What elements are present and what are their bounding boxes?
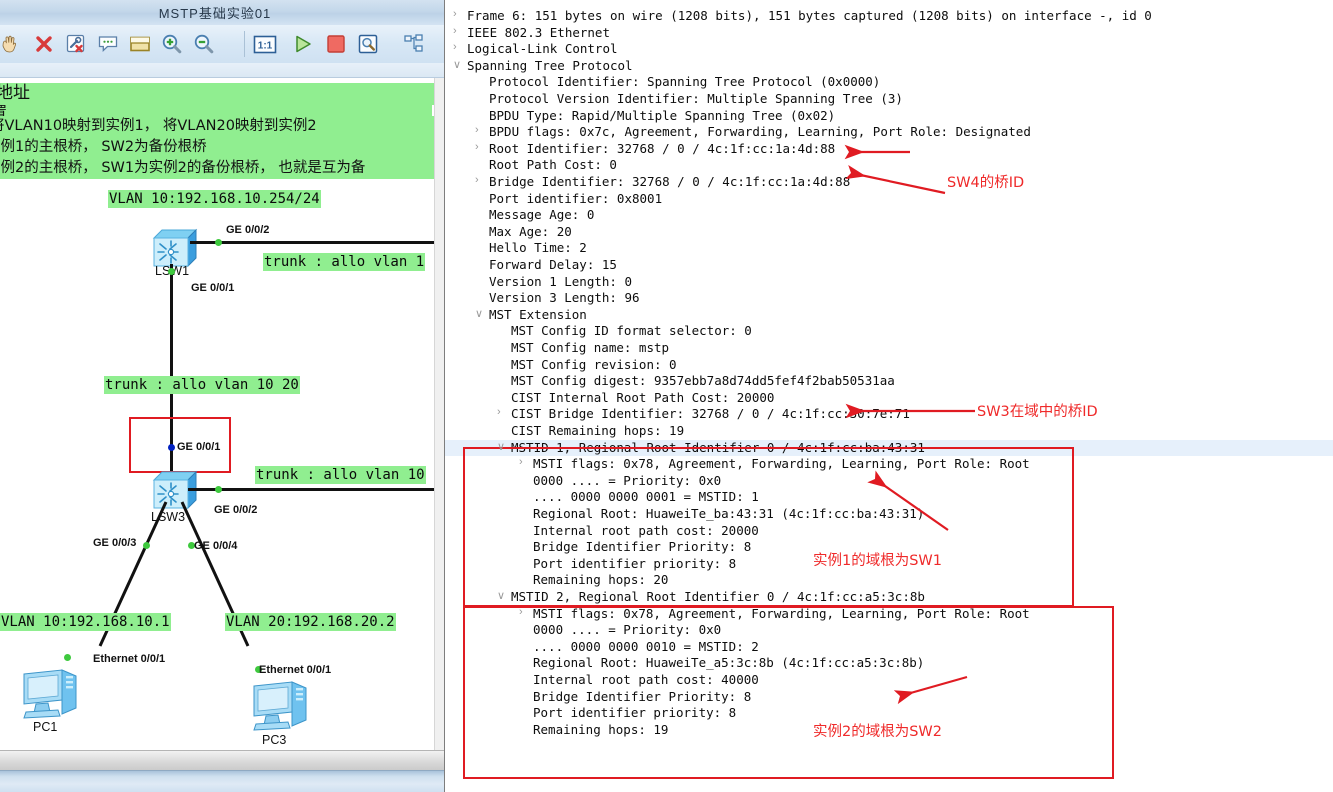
- zoom-reset-icon[interactable]: 1:1: [251, 30, 279, 58]
- trunk-label-lsw1-lsw3: trunk : allo vlan 10 20: [104, 376, 300, 394]
- delete-icon[interactable]: [30, 30, 58, 58]
- start-device-icon[interactable]: [289, 30, 317, 58]
- chevron-right-icon[interactable]: ›: [519, 606, 523, 618]
- port-label-lsw1-ge002: GE 0/0/2: [226, 224, 270, 236]
- ensp-status-bar: [0, 750, 445, 771]
- hand-pan-icon[interactable]: [0, 30, 24, 58]
- link-endpoint-dot: [143, 542, 150, 549]
- comment-icon[interactable]: [94, 30, 122, 58]
- chevron-right-icon[interactable]: ›: [475, 174, 479, 186]
- topology-tree-icon[interactable]: [400, 30, 428, 58]
- link-endpoint-dot: [64, 654, 71, 661]
- link-endpoint-dot: [215, 486, 222, 493]
- port-label-lsw3-ge001: GE 0/0/1: [177, 441, 221, 453]
- ensp-topology-canvas[interactable]: 地址 置 将VLAN10映射到实例1， 将VLAN20映射到实例2 实例1的主根…: [0, 78, 434, 750]
- chevron-down-icon[interactable]: ∨: [497, 589, 505, 602]
- device-pc1[interactable]: [18, 666, 78, 719]
- note-icon[interactable]: [126, 30, 154, 58]
- chevron-right-icon[interactable]: ›: [519, 456, 523, 468]
- toolbar-separator: [244, 31, 245, 57]
- device-label-pc3: PC3: [262, 733, 287, 747]
- chevron-right-icon[interactable]: ›: [453, 25, 457, 37]
- link-lsw1-right[interactable]: [190, 241, 434, 244]
- device-pc3[interactable]: [248, 678, 308, 731]
- link-endpoint-dot-blocked: [168, 444, 175, 451]
- ensp-secondary-bar: [0, 63, 445, 78]
- ensp-titlebar: MSTP基础实验01: [0, 0, 445, 26]
- device-lsw1[interactable]: [148, 226, 198, 268]
- link-endpoint-dot: [215, 239, 222, 246]
- chevron-down-icon[interactable]: ∨: [497, 440, 505, 453]
- annotation-sw4-bridge-id: SW4的桥ID: [947, 175, 1025, 191]
- chevron-right-icon[interactable]: ›: [453, 41, 457, 53]
- svg-text:1:1: 1:1: [258, 40, 273, 51]
- vlan-label-pc3: VLAN 20:192.168.20.2: [225, 613, 396, 631]
- annotation-instance1-regional-root: 实例1的域根为SW1: [813, 553, 942, 569]
- chevron-right-icon[interactable]: ›: [475, 124, 479, 136]
- note-line-4: 实例1的主根桥， SW2为备份根桥: [0, 137, 434, 158]
- port-label-lsw3-ge004: GE 0/0/4: [194, 540, 238, 552]
- trunk-label-lsw3-right: trunk : allo vlan 10: [255, 466, 426, 484]
- chevron-down-icon[interactable]: ∨: [475, 307, 483, 320]
- stop-device-icon[interactable]: [322, 30, 350, 58]
- ensp-window: MSTP基础实验01 1:1 地址 将VLAN10映射到实例1， 将VLAN20…: [0, 0, 445, 792]
- device-label-lsw3: LSW3: [151, 510, 186, 524]
- zoom-in-icon[interactable]: [158, 30, 186, 58]
- chevron-down-icon[interactable]: ∨: [453, 58, 461, 71]
- ensp-toolbar: 1:1: [0, 25, 445, 64]
- wireshark-packet-detail-pane[interactable]: Frame 6: 151 bytes on wire (1208 bits), …: [445, 0, 1333, 792]
- ensp-taskbar: [0, 770, 445, 792]
- link-lsw3-right[interactable]: [188, 488, 434, 491]
- chevron-right-icon[interactable]: ›: [475, 141, 479, 153]
- vlan-label-lsw1: VLAN 10:192.168.10.254/24: [108, 190, 321, 208]
- vlan-label-pc1: VLAN 10:192.168.10.1: [0, 613, 171, 631]
- port-label-lsw1-ge001: GE 0/0/1: [191, 282, 235, 294]
- remove-link-icon[interactable]: [62, 30, 90, 58]
- trunk-label-lsw1-right: trunk : allo vlan 1: [263, 253, 426, 271]
- port-label-lsw3-ge002: GE 0/0/2: [214, 504, 258, 516]
- port-label-lsw3-ge003: GE 0/0/3: [93, 537, 137, 549]
- ensp-window-title: MSTP基础实验01: [158, 6, 272, 21]
- note-line-2: 置: [0, 102, 432, 121]
- chevron-right-icon[interactable]: ›: [453, 8, 457, 20]
- annotation-arrows: [844, 144, 975, 705]
- port-label-pc1-eth001: Ethernet 0/0/1: [93, 653, 166, 665]
- device-label-pc1: PC1: [33, 720, 58, 734]
- capture-icon[interactable]: [354, 30, 382, 58]
- note-line-3: 将VLAN10映射到实例1， 将VLAN20映射到实例2: [0, 116, 434, 137]
- link-endpoint-dot: [168, 268, 175, 275]
- annotation-sw3-region-bridge-id: SW3在域中的桥ID: [977, 404, 1098, 420]
- annotation-instance2-regional-root: 实例2的域根为SW2: [813, 724, 942, 740]
- chevron-right-icon[interactable]: ›: [497, 406, 501, 418]
- zoom-out-icon[interactable]: [190, 30, 218, 58]
- port-label-pc3-eth001: Ethernet 0/0/1: [259, 664, 332, 676]
- note-line-5: 实例2的主根桥， SW1为实例2的备份根桥， 也就是互为备: [0, 158, 434, 179]
